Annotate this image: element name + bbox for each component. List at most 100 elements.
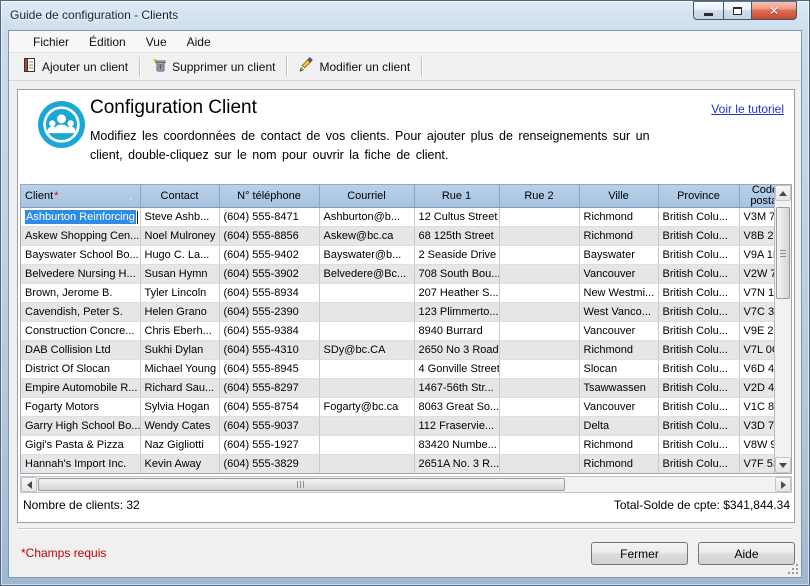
close-button[interactable]: ✕ <box>751 1 797 20</box>
table-cell[interactable] <box>499 284 579 303</box>
table-cell[interactable]: SDy@bc.CA <box>319 341 414 360</box>
table-cell[interactable]: (604) 555-3902 <box>219 265 319 284</box>
table-row[interactable]: Belvedere Nursing H...Susan Hymn(604) 55… <box>21 265 791 284</box>
table-cell[interactable]: British Colu... <box>658 265 739 284</box>
table-cell[interactable] <box>319 455 414 474</box>
column-header-7[interactable]: Province <box>658 185 739 208</box>
table-cell[interactable]: (604) 555-8856 <box>219 227 319 246</box>
table-cell[interactable]: Kevin Away <box>140 455 219 474</box>
table-cell[interactable]: British Colu... <box>658 322 739 341</box>
table-cell[interactable] <box>499 341 579 360</box>
column-header-4[interactable]: Rue 1 <box>414 185 499 208</box>
table-row[interactable]: District Of SlocanMichael Young(604) 555… <box>21 360 791 379</box>
table-cell[interactable]: (604) 555-9384 <box>219 322 319 341</box>
table-cell[interactable]: British Colu... <box>658 379 739 398</box>
table-cell[interactable]: 12 Cultus Street <box>414 208 499 227</box>
table-row[interactable]: Empire Automobile R...Richard Sau...(604… <box>21 379 791 398</box>
table-cell[interactable]: Ashburton Reinforcing <box>21 208 140 227</box>
table-cell[interactable]: Noel Mulroney <box>140 227 219 246</box>
table-row[interactable]: Cavendish, Peter S.Helen Grano(604) 555-… <box>21 303 791 322</box>
table-cell[interactable] <box>319 417 414 436</box>
table-cell[interactable]: (604) 555-8754 <box>219 398 319 417</box>
table-cell[interactable]: Michael Young <box>140 360 219 379</box>
table-cell[interactable] <box>499 455 579 474</box>
minimize-button[interactable] <box>693 1 723 20</box>
table-cell[interactable]: British Colu... <box>658 341 739 360</box>
table-cell[interactable]: British Colu... <box>658 227 739 246</box>
table-cell[interactable]: British Colu... <box>658 284 739 303</box>
table-cell[interactable]: Vancouver <box>579 265 658 284</box>
scroll-down-button[interactable] <box>775 457 791 473</box>
table-cell[interactable]: (604) 555-9037 <box>219 417 319 436</box>
table-cell[interactable]: (604) 555-3829 <box>219 455 319 474</box>
table-cell[interactable]: Askew@bc.ca <box>319 227 414 246</box>
table-cell[interactable]: British Colu... <box>658 436 739 455</box>
edit-client-button[interactable]: Modifier un client <box>290 54 418 79</box>
maximize-button[interactable] <box>723 1 751 20</box>
column-header-2[interactable]: N° téléphone <box>219 185 319 208</box>
table-cell[interactable]: Bayswater <box>579 246 658 265</box>
table-cell[interactable]: British Colu... <box>658 360 739 379</box>
table-row[interactable]: Hannah's Import Inc.Kevin Away(604) 555-… <box>21 455 791 474</box>
table-cell[interactable]: Fogarty@bc.ca <box>319 398 414 417</box>
table-row[interactable]: Brown, Jerome B.Tyler Lincoln(604) 555-8… <box>21 284 791 303</box>
table-cell[interactable]: 83420 Numbe... <box>414 436 499 455</box>
table-cell[interactable]: British Colu... <box>658 398 739 417</box>
column-header-0[interactable]: Client*▲ <box>21 185 140 208</box>
table-cell[interactable]: 708 South Bou... <box>414 265 499 284</box>
table-cell[interactable]: (604) 555-8297 <box>219 379 319 398</box>
table-cell[interactable]: West Vanco... <box>579 303 658 322</box>
table-cell[interactable] <box>499 303 579 322</box>
table-cell[interactable] <box>319 436 414 455</box>
table-cell[interactable]: Garry High School Bo... <box>21 417 140 436</box>
table-cell[interactable]: 2651A No. 3 R... <box>414 455 499 474</box>
menu-vue[interactable]: Vue <box>136 33 177 51</box>
table-cell[interactable] <box>499 436 579 455</box>
table-cell[interactable] <box>499 417 579 436</box>
table-cell[interactable] <box>499 360 579 379</box>
table-cell[interactable]: 2 Seaside Drive <box>414 246 499 265</box>
table-cell[interactable]: Hugo C. La... <box>140 246 219 265</box>
resize-grip-icon[interactable] <box>786 562 799 575</box>
table-cell[interactable]: Hannah's Import Inc. <box>21 455 140 474</box>
table-cell[interactable]: Vancouver <box>579 322 658 341</box>
table-cell[interactable]: British Colu... <box>658 303 739 322</box>
table-row[interactable]: DAB Collision LtdSukhi Dylan(604) 555-43… <box>21 341 791 360</box>
table-cell[interactable]: Bayswater School Bo... <box>21 246 140 265</box>
table-cell[interactable]: Fogarty Motors <box>21 398 140 417</box>
table-cell[interactable]: Richmond <box>579 341 658 360</box>
table-cell[interactable]: Tsawwassen <box>579 379 658 398</box>
table-cell[interactable]: British Colu... <box>658 246 739 265</box>
table-cell[interactable]: Sylvia Hogan <box>140 398 219 417</box>
table-cell[interactable]: Richmond <box>579 208 658 227</box>
horizontal-scrollbar-thumb[interactable] <box>38 478 565 491</box>
help-button[interactable]: Aide <box>698 542 795 565</box>
table-cell[interactable]: Richmond <box>579 436 658 455</box>
horizontal-scrollbar[interactable] <box>20 476 792 493</box>
table-cell[interactable]: 8063 Great So... <box>414 398 499 417</box>
table-cell[interactable] <box>499 379 579 398</box>
table-cell[interactable]: Belvedere Nursing H... <box>21 265 140 284</box>
table-cell[interactable]: 8940 Burrard <box>414 322 499 341</box>
title-bar[interactable]: Guide de configuration - Clients ✕ <box>1 1 809 30</box>
table-cell[interactable]: Tyler Lincoln <box>140 284 219 303</box>
add-client-button[interactable]: Ajouter un client <box>13 54 136 79</box>
table-cell[interactable]: Steve Ashb... <box>140 208 219 227</box>
table-cell[interactable]: Richmond <box>579 455 658 474</box>
table-cell[interactable]: Chris Eberh... <box>140 322 219 341</box>
table-cell[interactable]: 4 Gonville Street <box>414 360 499 379</box>
table-cell[interactable] <box>499 322 579 341</box>
table-cell[interactable]: Cavendish, Peter S. <box>21 303 140 322</box>
column-header-1[interactable]: Contact <box>140 185 219 208</box>
table-cell[interactable]: Susan Hymn <box>140 265 219 284</box>
table-cell[interactable]: British Colu... <box>658 455 739 474</box>
table-cell[interactable]: (604) 555-8471 <box>219 208 319 227</box>
table-cell[interactable]: 68 125th Street <box>414 227 499 246</box>
table-cell[interactable]: 1467-56th Str... <box>414 379 499 398</box>
menu-aide[interactable]: Aide <box>177 33 221 51</box>
table-cell[interactable] <box>319 379 414 398</box>
table-cell[interactable]: District Of Slocan <box>21 360 140 379</box>
table-cell[interactable]: Richard Sau... <box>140 379 219 398</box>
table-cell[interactable]: Construction Concre... <box>21 322 140 341</box>
table-cell[interactable]: Belvedere@Bc... <box>319 265 414 284</box>
